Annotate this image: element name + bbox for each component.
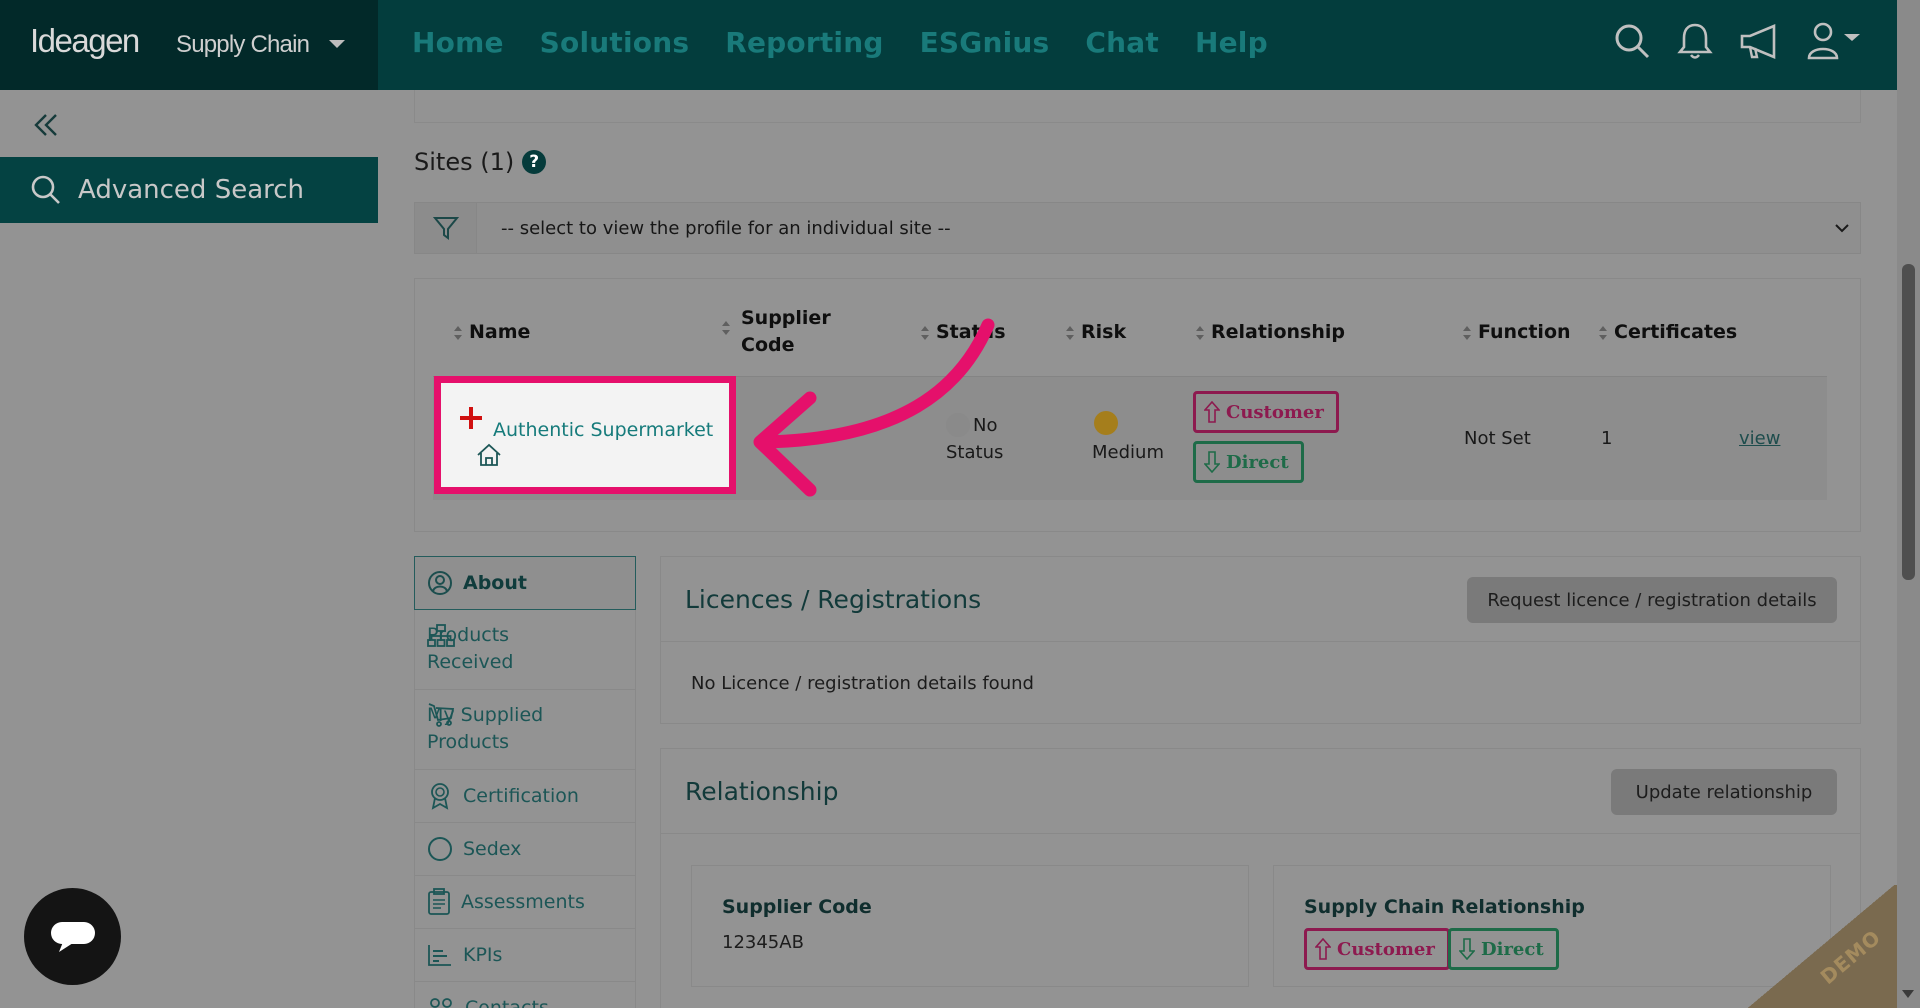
certificates-value: 1 xyxy=(1601,428,1613,449)
hierarchy-icon xyxy=(427,624,455,647)
advanced-search-button[interactable]: Advanced Search xyxy=(0,157,378,223)
sort-icon xyxy=(454,325,462,340)
cart-icon xyxy=(428,703,455,727)
main-content: Sites (1) ? -- select to view the profil… xyxy=(378,90,1897,1008)
menu-kpis[interactable]: KPIs xyxy=(414,929,636,982)
nav-help[interactable]: Help xyxy=(1195,26,1268,59)
sort-icon xyxy=(722,321,730,335)
menu-about[interactable]: About xyxy=(414,556,636,610)
user-circle-icon xyxy=(428,571,452,595)
supply-chain-relationship-label: Supply Chain Relationship xyxy=(1304,896,1585,918)
divider xyxy=(661,833,1860,834)
sort-icon xyxy=(1066,325,1074,340)
relationship-title: Relationship xyxy=(685,777,839,806)
menu-certification[interactable]: Certification xyxy=(414,770,636,823)
demo-ribbon: DEMO xyxy=(1745,885,1897,1008)
product-name: Supply Chain xyxy=(176,31,310,58)
arrow-down-icon xyxy=(1204,451,1220,473)
site-profile-select[interactable]: -- select to view the profile for an ind… xyxy=(414,202,1861,254)
megaphone-icon[interactable] xyxy=(1738,21,1782,61)
scrollbar-thumb[interactable] xyxy=(1902,264,1915,580)
sites-heading: Sites (1) ? xyxy=(414,148,547,176)
filter-icon xyxy=(432,217,459,240)
request-licence-button[interactable]: Request licence / registration details xyxy=(1467,577,1837,623)
update-relationship-button[interactable]: Update relationship xyxy=(1611,769,1837,815)
column-header-relationship[interactable]: Relationship xyxy=(1195,319,1345,346)
column-header-function[interactable]: Function xyxy=(1462,319,1571,346)
risk-value: Medium xyxy=(1092,442,1164,463)
page-scrollbar[interactable] xyxy=(1897,0,1920,1008)
top-navigation-bar: Ideagen Supply Chain Home Solutions Repo… xyxy=(0,0,1897,90)
scroll-down-arrow-icon[interactable] xyxy=(1902,990,1914,998)
highlighted-site-name: Authentic Supermarket xyxy=(434,376,736,494)
arrow-up-icon xyxy=(1204,401,1220,423)
menu-contacts[interactable]: Contacts xyxy=(414,982,636,1008)
menu-sedex[interactable]: Sedex xyxy=(414,823,636,876)
column-header-certificates[interactable]: Certificates xyxy=(1598,319,1737,346)
sidebar: Advanced Search xyxy=(0,90,378,1008)
sort-icon xyxy=(1196,325,1204,340)
clipboard-icon xyxy=(428,888,450,915)
nav-chat[interactable]: Chat xyxy=(1085,26,1159,59)
award-icon xyxy=(431,783,449,810)
arrow-up-icon xyxy=(1315,938,1331,960)
home-icon xyxy=(477,443,501,466)
relationship-customer-badge[interactable]: Customer xyxy=(1304,928,1450,970)
licences-empty-message: No Licence / registration details found xyxy=(691,673,1034,694)
chevron-down-icon xyxy=(1835,224,1849,233)
people-icon xyxy=(430,998,452,1008)
nav-home[interactable]: Home xyxy=(412,26,504,59)
nav-esgnius[interactable]: ESGnius xyxy=(920,26,1050,59)
plus-icon[interactable] xyxy=(458,405,484,431)
column-header-name[interactable]: Name xyxy=(453,319,530,346)
relationship-panel: Relationship Update relationship Supplie… xyxy=(660,748,1861,1008)
supplier-code-label: Supplier Code xyxy=(722,896,872,918)
help-icon[interactable]: ? xyxy=(522,150,547,174)
site-select-placeholder: -- select to view the profile for an ind… xyxy=(501,217,951,239)
sort-icon xyxy=(1599,325,1607,340)
divider xyxy=(661,641,1860,642)
nav-solutions[interactable]: Solutions xyxy=(540,26,690,59)
bar-chart-icon xyxy=(428,945,451,966)
sort-icon xyxy=(1463,325,1471,340)
menu-products-received[interactable]: Products Received xyxy=(414,610,636,690)
sites-title: Sites (1) xyxy=(414,148,515,176)
nav-reporting[interactable]: Reporting xyxy=(725,26,883,59)
collapse-sidebar-icon[interactable] xyxy=(32,112,60,138)
brand-switcher[interactable]: Ideagen Supply Chain xyxy=(0,0,378,90)
column-header-risk[interactable]: Risk xyxy=(1065,319,1126,346)
supplier-code-value: 12345AB xyxy=(722,932,804,953)
risk-dot xyxy=(1094,411,1118,435)
site-name-link[interactable]: Authentic Supermarket xyxy=(493,419,713,441)
relationship-direct-badge[interactable]: Direct xyxy=(1448,928,1559,970)
relationship-customer-badge[interactable]: Customer xyxy=(1193,391,1339,433)
top-icon-group xyxy=(1588,20,1862,62)
menu-my-supplied-products[interactable]: My Supplied Products xyxy=(414,690,636,770)
licences-title: Licences / Registrations xyxy=(685,585,982,614)
main-nav: Home Solutions Reporting ESGnius Chat He… xyxy=(412,26,1304,59)
advanced-search-label: Advanced Search xyxy=(78,175,305,205)
function-value: Not Set xyxy=(1464,428,1531,449)
previous-card-edge xyxy=(414,90,1861,123)
supplier-code-card: Supplier Code 12345AB xyxy=(691,865,1249,987)
arrow-down-icon xyxy=(1459,938,1475,960)
view-link[interactable]: view xyxy=(1739,425,1780,452)
user-menu-icon[interactable] xyxy=(1806,20,1862,62)
filter-box xyxy=(415,203,477,253)
callout-arrow xyxy=(753,318,995,497)
chat-launcher-button[interactable] xyxy=(24,888,121,985)
circle-icon xyxy=(428,837,452,861)
chat-icon xyxy=(50,921,95,952)
caret-down-icon[interactable] xyxy=(329,40,345,48)
licences-panel: Licences / Registrations Request licence… xyxy=(660,556,1861,724)
profile-menu: About Products Received My Supplied Prod… xyxy=(414,556,636,1008)
ideagen-logo: Ideagen xyxy=(30,22,140,59)
search-icon xyxy=(31,175,60,204)
menu-assessments[interactable]: Assessments xyxy=(414,876,636,929)
search-icon[interactable] xyxy=(1612,21,1652,61)
bell-icon[interactable] xyxy=(1676,21,1714,61)
relationship-direct-badge[interactable]: Direct xyxy=(1193,441,1304,483)
